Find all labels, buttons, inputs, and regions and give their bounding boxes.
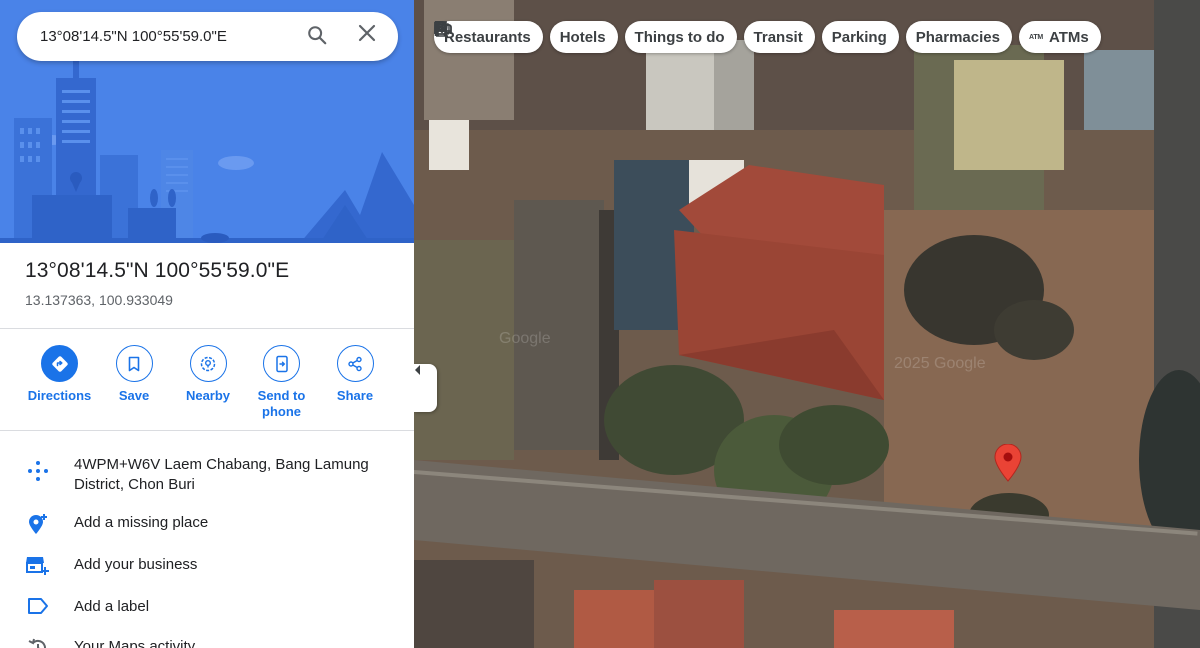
collapse-panel-button[interactable] — [414, 364, 437, 412]
chip-pharmacies[interactable]: Pharmacies — [436, 21, 1012, 53]
place-coordinates: 13.137363, 100.933049 — [25, 292, 173, 308]
place-panel: 13°08'14.5"N 100°55'59.0"E 13.137363, 10… — [0, 0, 414, 648]
history-icon — [25, 637, 50, 648]
add-business-icon — [25, 555, 50, 577]
add-business-row[interactable]: Add your business — [0, 555, 414, 577]
share-icon — [336, 345, 374, 382]
directions-label: Directions — [27, 388, 92, 403]
satellite-imagery — [414, 0, 1200, 648]
save-label: Save — [118, 388, 150, 403]
search-icon[interactable] — [306, 24, 330, 48]
maps-activity-text: Your Maps activity — [74, 638, 196, 648]
place-info-list: 4WPM+W6V Laem Chabang, Bang Lamung Distr… — [0, 431, 414, 648]
share-label: Share — [336, 388, 374, 403]
action-bar: Directions Save Nearby Send to phone Sha… — [0, 329, 414, 431]
chip-label: ATMs — [1049, 28, 1089, 46]
search-input[interactable] — [40, 28, 300, 45]
bookmark-icon — [115, 345, 153, 382]
chip-things-to-do[interactable]: Things to do — [434, 21, 737, 53]
chevron-left-icon — [415, 365, 420, 375]
place-title: 13°08'14.5"N 100°55'59.0"E — [25, 259, 290, 282]
label-icon — [25, 597, 50, 615]
plus-code-text: 4WPM+W6V Laem Chabang, Bang Lamung Distr… — [74, 456, 369, 493]
search-box[interactable] — [17, 12, 398, 61]
directions-icon — [41, 345, 78, 382]
nearby-icon — [189, 345, 227, 382]
map-watermark: Google — [499, 330, 551, 347]
chip-label: Restaurants — [444, 28, 531, 46]
add-missing-place-row[interactable]: Add a missing place — [0, 513, 414, 535]
chip-label: Parking — [831, 28, 887, 46]
add-place-icon — [25, 513, 50, 535]
plus-code-row[interactable]: 4WPM+W6V Laem Chabang, Bang Lamung Distr… — [0, 455, 414, 495]
chip-hotels[interactable]: Hotels — [434, 21, 618, 53]
chip-label: Pharmacies — [915, 28, 1000, 46]
add-missing-place-text: Add a missing place — [74, 514, 209, 531]
add-label-row[interactable]: Add a label — [0, 597, 414, 617]
chip-parking[interactable]: Parking — [434, 21, 899, 53]
chip-label: Things to do — [634, 28, 725, 46]
map-watermark: 2025 Google — [894, 355, 986, 372]
share-button[interactable]: Share — [296, 345, 414, 430]
directions-button[interactable]: Directions — [0, 345, 119, 430]
category-chips: Restaurants Hotels Things to do Transit … — [434, 21, 1101, 53]
add-label-text: Add a label — [74, 598, 150, 615]
chip-atms[interactable]: ATM ATMs — [1018, 21, 1101, 53]
maps-activity-row[interactable]: Your Maps activity — [0, 637, 414, 648]
place-header: 13°08'14.5"N 100°55'59.0"E 13.137363, 10… — [0, 243, 414, 329]
send-to-phone-button[interactable]: Send to phone — [258, 345, 305, 430]
atm-icon: ATM — [1028, 33, 1044, 41]
chip-label: Transit — [753, 28, 803, 46]
pharmacy-icon — [436, 21, 448, 37]
nearby-label: Nearby — [185, 388, 231, 403]
satellite-map[interactable]: Google 2025 Google Restaurants Hotels Th… — [414, 0, 1200, 648]
save-button[interactable]: Save — [115, 345, 153, 430]
send-to-phone-icon — [263, 345, 300, 382]
add-business-text: Add your business — [74, 556, 198, 573]
chip-transit[interactable]: Transit — [435, 21, 815, 53]
plus-code-icon — [25, 455, 50, 482]
hero-illustration — [0, 0, 414, 243]
close-icon[interactable] — [358, 24, 382, 48]
chip-label: Hotels — [559, 28, 606, 46]
